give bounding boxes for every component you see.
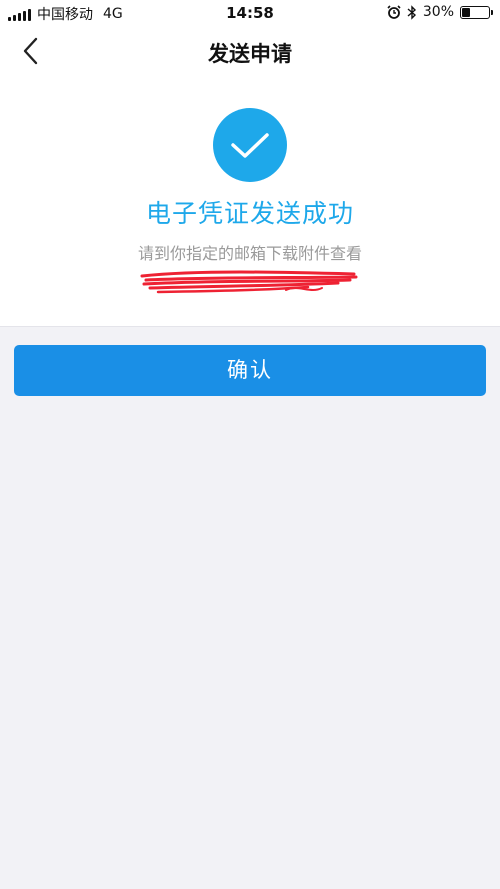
nav-bar: 发送申请 xyxy=(0,26,500,78)
alarm-icon xyxy=(387,5,401,19)
success-title: 电子凭证发送成功 xyxy=(145,199,354,228)
check-icon xyxy=(231,133,269,158)
status-bar-right: 30% xyxy=(387,4,493,20)
status-bar: 中国移动 4G 14:58 30% xyxy=(0,0,500,26)
success-subtitle: 请到你指定的邮箱下载附件查看 xyxy=(137,244,362,263)
page-title: 发送申请 xyxy=(208,42,292,66)
confirm-button[interactable]: 确认 xyxy=(14,345,486,396)
result-card: 电子凭证发送成功 请到你指定的邮箱下载附件查看 xyxy=(0,78,500,327)
success-badge xyxy=(213,108,287,182)
redaction-scribble xyxy=(140,270,358,294)
battery-icon xyxy=(460,5,493,19)
battery-level xyxy=(462,7,470,17)
battery-percent: 30% xyxy=(422,4,454,20)
bluetooth-icon xyxy=(407,4,416,20)
